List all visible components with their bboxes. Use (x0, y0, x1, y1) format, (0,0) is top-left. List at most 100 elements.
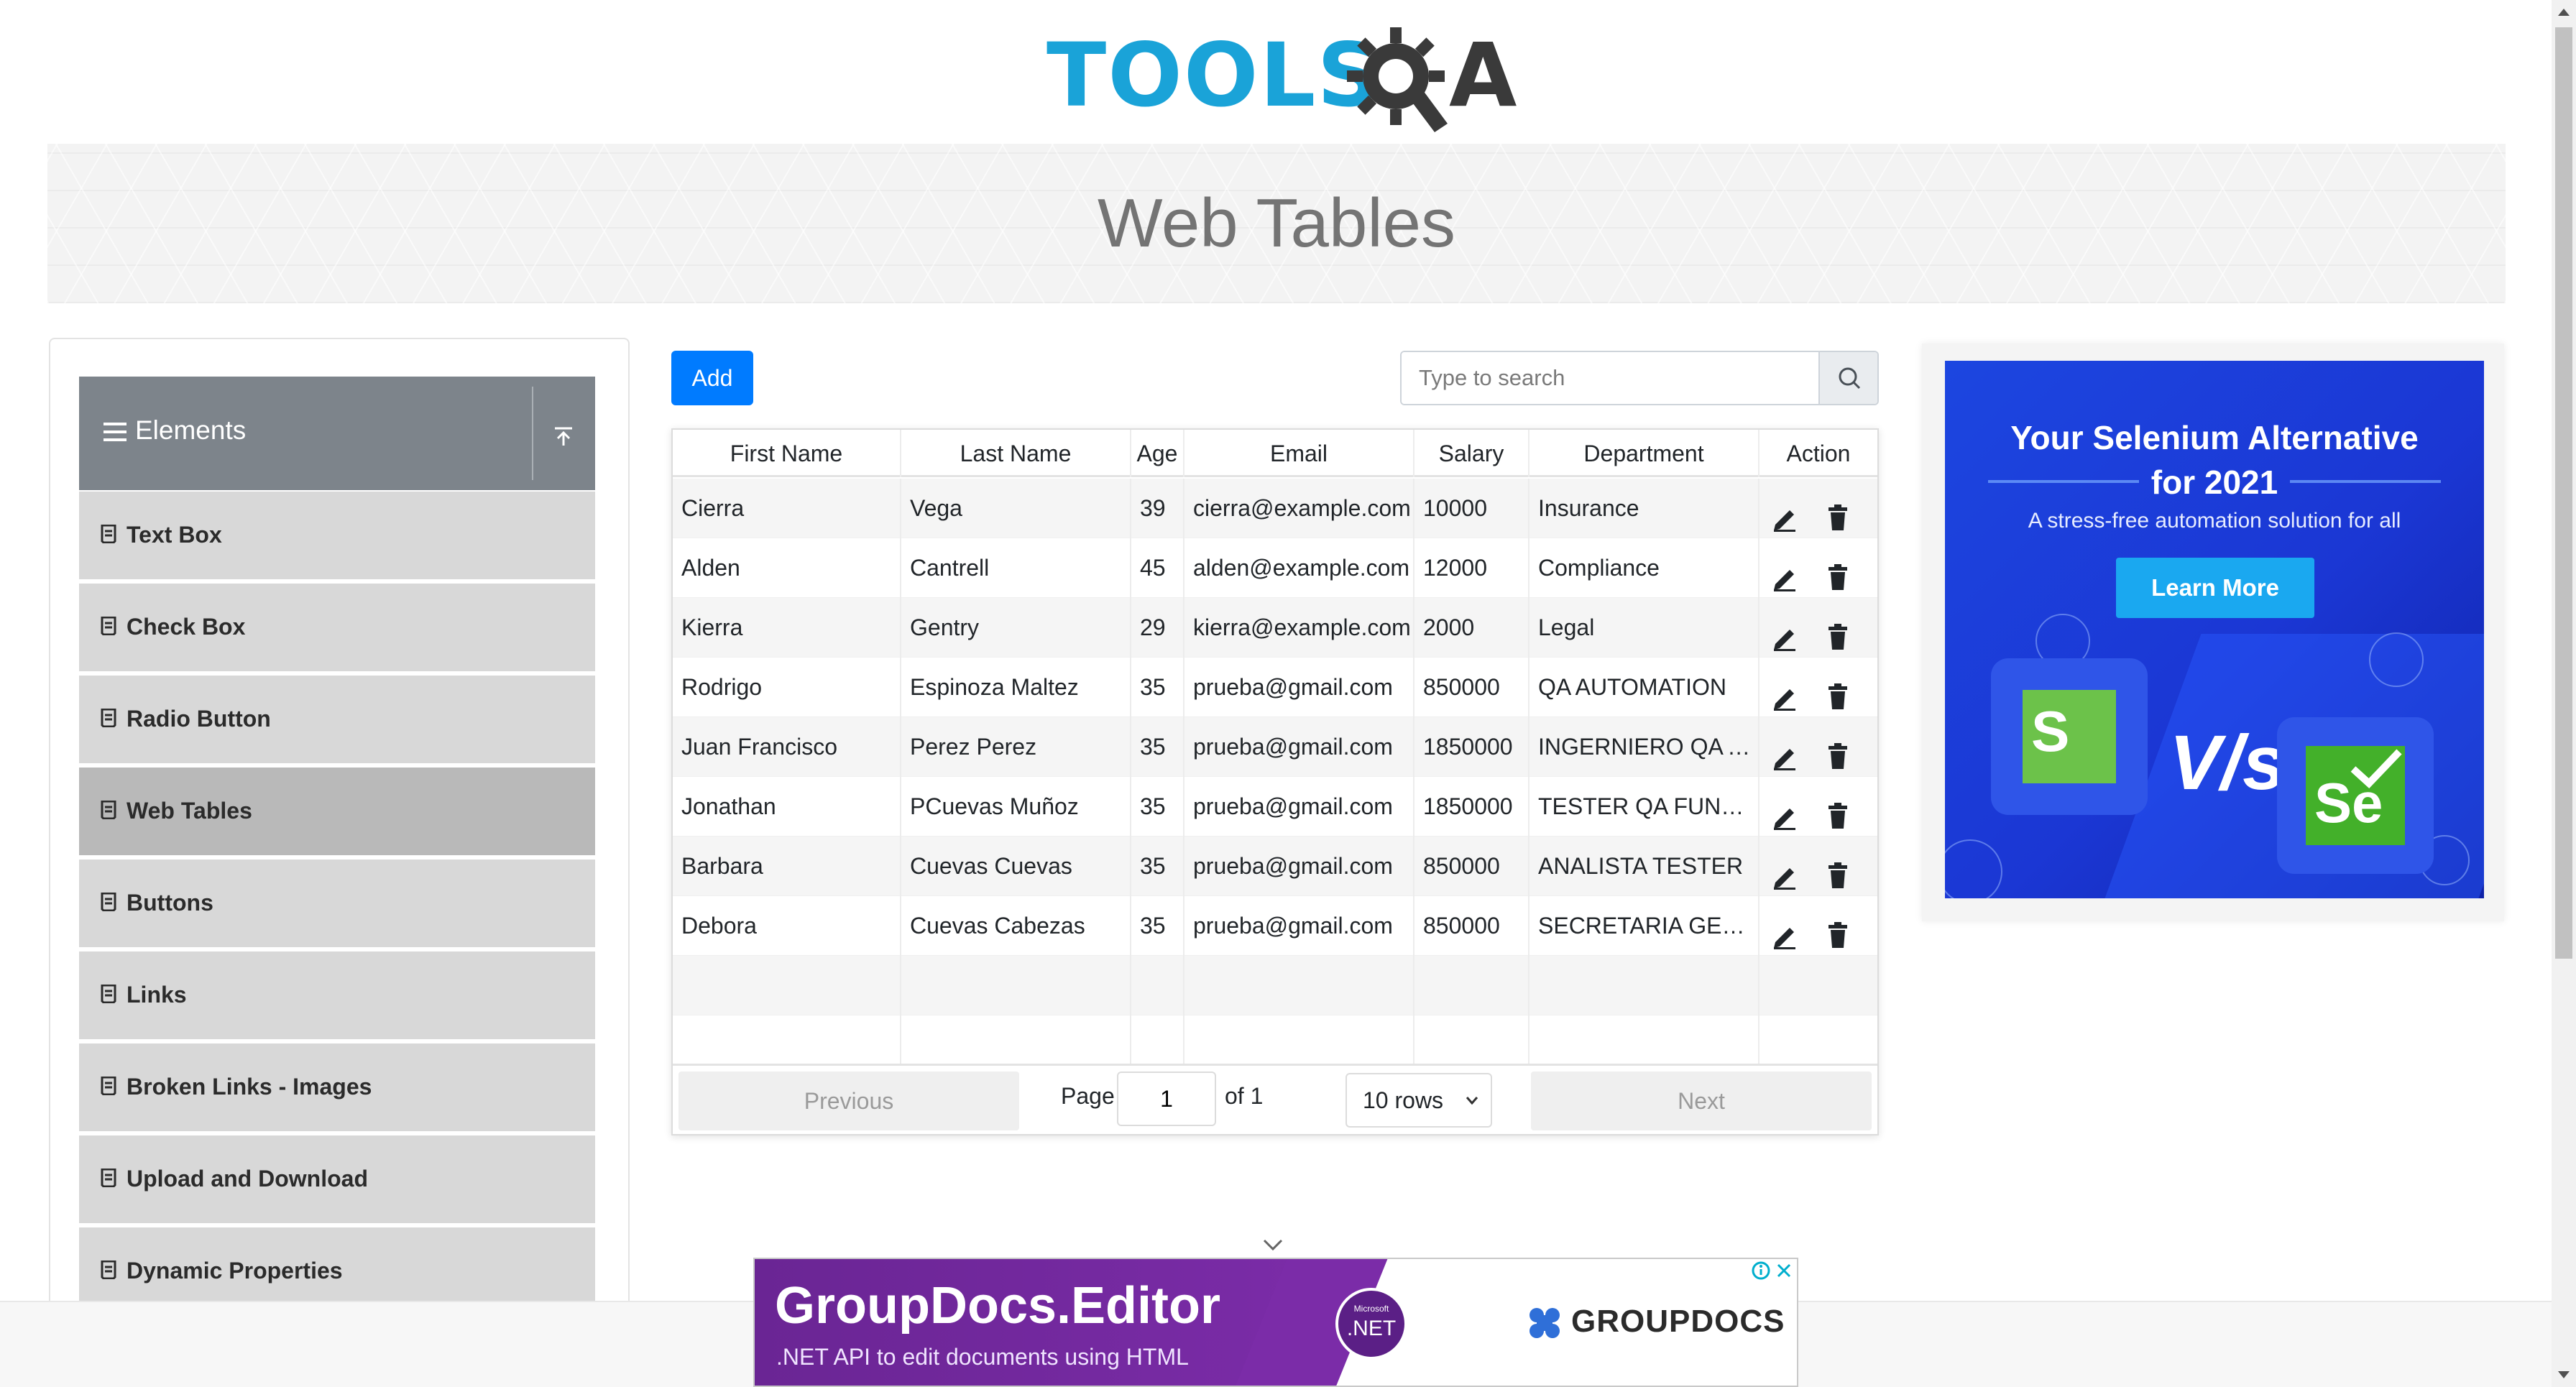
document-icon (101, 617, 116, 635)
document-icon (101, 709, 116, 727)
scroll-up-icon[interactable] (2558, 9, 2570, 16)
cell-action (1760, 538, 1877, 598)
chevron-down-icon[interactable] (1262, 1238, 1284, 1252)
sidebar-item-buttons[interactable]: Buttons (79, 860, 595, 947)
next-button[interactable]: Next (1531, 1072, 1872, 1130)
pencil-icon[interactable] (1771, 852, 1798, 890)
trash-icon[interactable] (1824, 793, 1852, 829)
ad-title: GroupDocs.Editor (775, 1277, 1221, 1335)
document-icon (101, 893, 116, 911)
ad-title: Your Selenium Alternative for 2021 (1945, 415, 2484, 504)
sidebar-item-text-box[interactable]: Text Box (79, 492, 595, 579)
cell-department: Compliance (1530, 538, 1760, 598)
trash-icon[interactable] (1824, 733, 1852, 769)
sidebar-item-radio-button[interactable]: Radio Button (79, 676, 595, 763)
add-button[interactable]: Add (671, 351, 753, 405)
column-header-last-name[interactable]: Last Name (901, 430, 1131, 477)
cell-action (1760, 837, 1877, 896)
column-header-action: Action (1786, 441, 1851, 466)
cell-age: 35 (1131, 777, 1184, 837)
search-input[interactable] (1402, 352, 1818, 404)
groupdocs-ad[interactable]: GroupDocs.Editor .NET API to edit docume… (753, 1258, 1798, 1387)
ad-subtitle: .NET API to edit documents using HTML (776, 1344, 1189, 1370)
cell-last-name: Cantrell (901, 538, 1131, 598)
cell-department (1530, 956, 1760, 1015)
table-body: Cierra Vega 39 cierra@example.com 10000 Insur… (673, 479, 1877, 1075)
page-number-input[interactable] (1117, 1072, 1216, 1126)
cell-email: cierra@example.com (1184, 479, 1414, 538)
sidebar-item-label: Web Tables (126, 798, 252, 824)
page-label: Page (1061, 1083, 1115, 1109)
column-header-department[interactable]: Department (1530, 430, 1760, 477)
column-header-salary[interactable]: Salary (1414, 430, 1530, 477)
cell-last-name: Gentry (901, 598, 1131, 658)
cell-department: Legal (1530, 598, 1760, 658)
trash-icon[interactable] (1824, 852, 1852, 888)
trash-icon[interactable] (1824, 494, 1852, 530)
column-header-email[interactable]: Email (1184, 430, 1414, 477)
pencil-icon[interactable] (1771, 733, 1798, 770)
header-divider (532, 387, 533, 480)
page-scrollbar[interactable] (2552, 0, 2576, 1387)
table-header: First Name Last Name Age Email Salary De… (673, 430, 1877, 477)
sidebar-item-links[interactable]: Links (79, 951, 595, 1039)
sidebar-item-label: Text Box (126, 522, 222, 548)
toolsqa-logo[interactable]: TOOLS A (1046, 22, 1517, 132)
cell-department: Insurance (1530, 479, 1760, 538)
pencil-icon[interactable] (1771, 614, 1798, 651)
total-pages-label: of 1 (1225, 1083, 1264, 1109)
scrollbar-thumb[interactable] (2555, 27, 2572, 959)
sidebar-group-elements[interactable]: Elements (79, 377, 595, 490)
cell-salary: 12000 (1414, 538, 1530, 598)
gear-icon (1347, 27, 1448, 132)
table-row: Jonathan PCuevas Muñoz 35 prueba@gmail.com 1… (673, 777, 1877, 837)
cell-salary: 850000 (1414, 896, 1530, 956)
pencil-icon[interactable] (1771, 554, 1798, 591)
column-header-age[interactable]: Age (1131, 430, 1184, 477)
table-row: Kierra Gentry 29 kierra@example.com 2000 Lega… (673, 598, 1877, 658)
column-header-first-name[interactable]: First Name (673, 430, 901, 477)
cell-email: kierra@example.com (1184, 598, 1414, 658)
katalon-logo: S (1991, 658, 2148, 815)
document-icon (101, 801, 116, 819)
close-icon[interactable] (1774, 1261, 1794, 1281)
cell-last-name: Cuevas Cuevas (901, 837, 1131, 896)
scroll-down-icon[interactable] (2558, 1371, 2570, 1378)
trash-icon[interactable] (1824, 912, 1852, 948)
cell-last-name: Perez Perez (901, 717, 1131, 777)
sidebar-item-upload-download[interactable]: Upload and Download (79, 1135, 595, 1223)
cell-salary: 1850000 (1414, 717, 1530, 777)
table-row: Debora Cuevas Cabezas 35 prueba@gmail.com 85… (673, 896, 1877, 956)
cell-salary: 2000 (1414, 598, 1530, 658)
rows-per-page-select[interactable]: 10 rows (1346, 1073, 1492, 1128)
trash-icon[interactable] (1824, 554, 1852, 590)
table-row (673, 956, 1877, 1015)
previous-button[interactable]: Previous (678, 1072, 1019, 1130)
sidebar-item-check-box[interactable]: Check Box (79, 584, 595, 671)
trash-icon[interactable] (1824, 673, 1852, 709)
cell-last-name: Vega (901, 479, 1131, 538)
cell-action (1760, 479, 1877, 538)
upload-icon[interactable] (551, 423, 576, 448)
trash-icon[interactable] (1824, 614, 1852, 650)
pencil-icon[interactable] (1771, 494, 1798, 532)
cell-salary: 10000 (1414, 479, 1530, 538)
pencil-icon[interactable] (1771, 912, 1798, 949)
ad-subtitle: A stress-free automation solution for al… (2028, 509, 2401, 533)
cell-first-name: Jonathan (673, 777, 901, 837)
learn-more-button[interactable]: Learn More (2116, 558, 2314, 618)
sidebar-item-label: Links (126, 982, 187, 1008)
pencil-icon[interactable] (1771, 793, 1798, 830)
sidebar-item-web-tables[interactable]: Web Tables (79, 768, 595, 855)
pencil-icon[interactable] (1771, 673, 1798, 711)
selenium-alternative-ad[interactable]: Your Selenium Alternative for 2021 A str… (1945, 361, 2484, 898)
logo-text-a: A (1449, 24, 1517, 126)
search-button[interactable] (1818, 352, 1877, 404)
cell-department: SECRETARIA GERE... (1530, 896, 1760, 956)
cell-email: alden@example.com (1184, 538, 1414, 598)
cell-email (1184, 956, 1414, 1015)
sidebar-item-broken-links[interactable]: Broken Links - Images (79, 1043, 595, 1131)
versus-text: V/s (2169, 719, 2286, 806)
sidebar-item-label: Dynamic Properties (126, 1258, 343, 1284)
info-icon[interactable] (1751, 1261, 1771, 1281)
